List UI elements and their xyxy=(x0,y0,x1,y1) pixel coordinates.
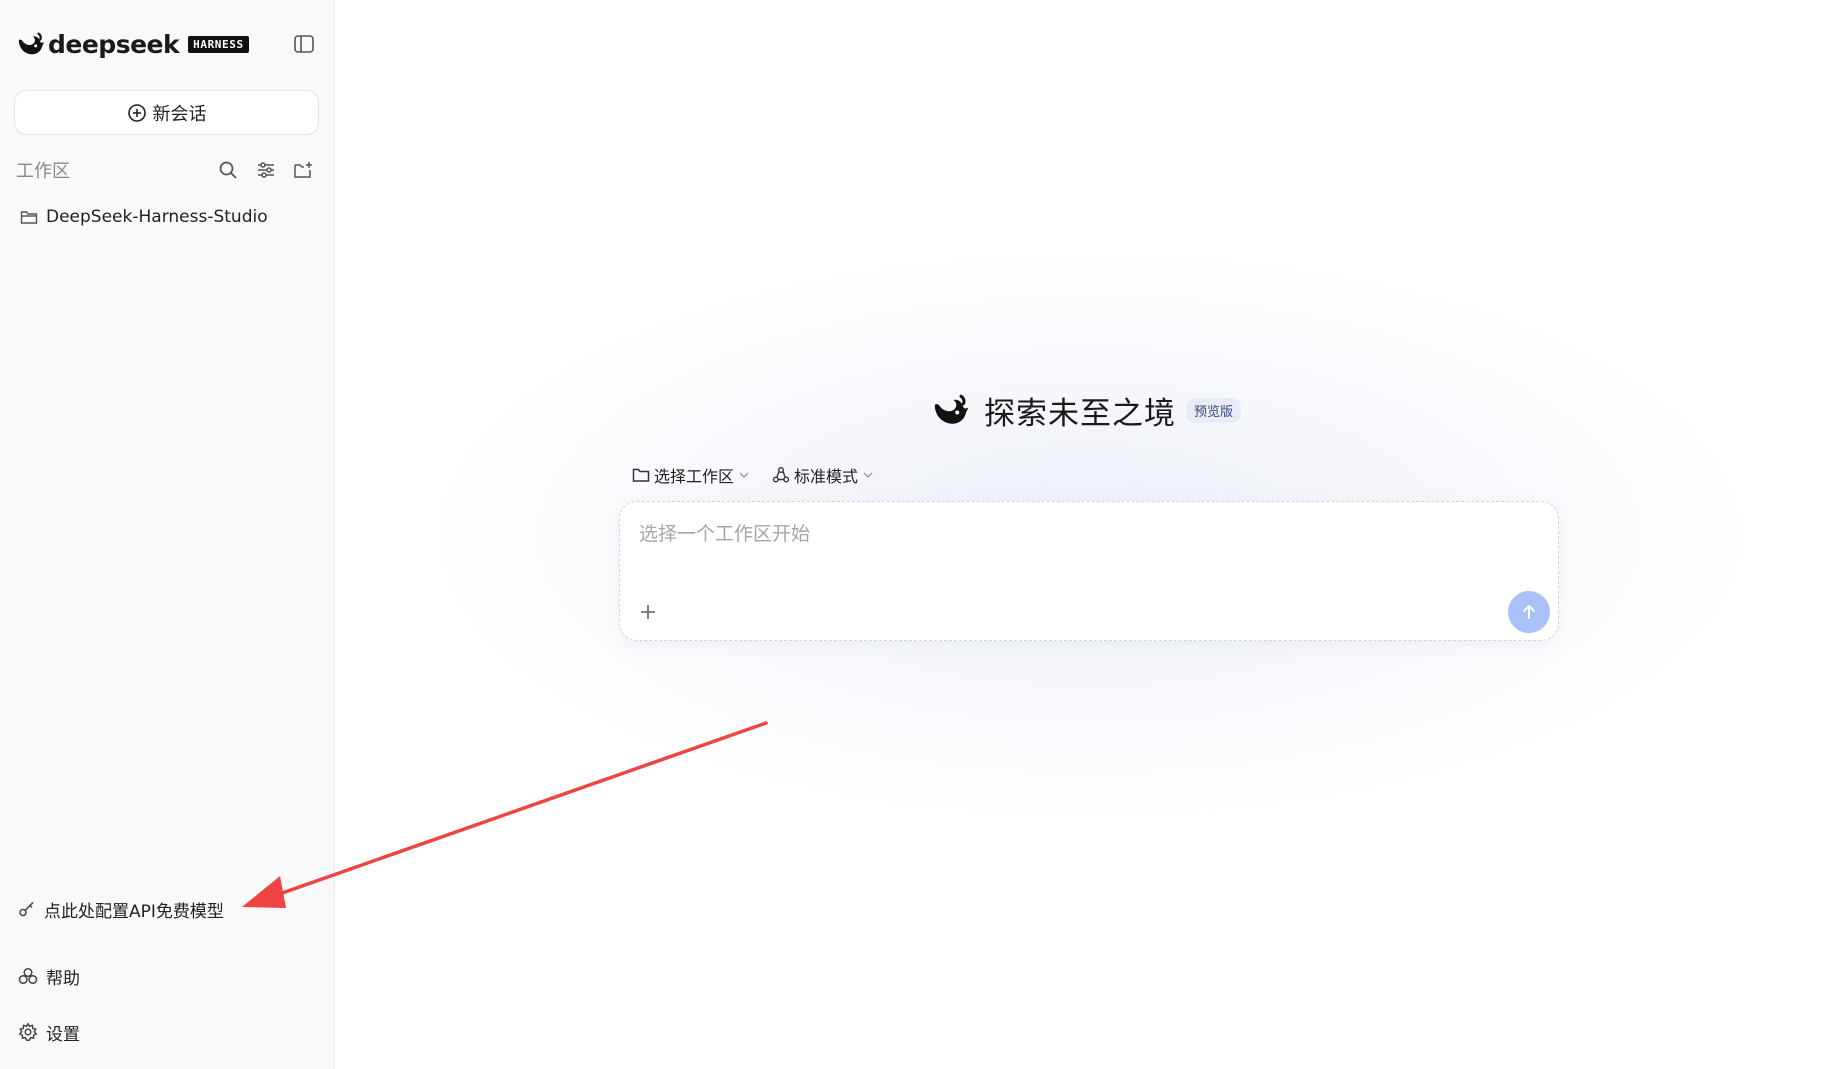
workspace-header: 工作区 xyxy=(16,158,316,182)
help-link[interactable]: 帮助 xyxy=(18,962,80,990)
brand-name: deepseek xyxy=(48,29,180,59)
workspace-filter-button[interactable] xyxy=(254,158,278,182)
workspace-search-button[interactable] xyxy=(216,158,240,182)
configure-api-link[interactable]: 点此处配置API免费模型 xyxy=(18,895,224,923)
whale-logo-icon xyxy=(18,32,45,55)
settings-label: 设置 xyxy=(46,1024,80,1045)
chevron-down-icon xyxy=(739,472,749,478)
filter-icon xyxy=(258,162,274,178)
help-label: 帮助 xyxy=(46,968,80,989)
whale-logo-icon xyxy=(934,394,969,424)
chevron-down-icon xyxy=(863,472,873,478)
message-input[interactable] xyxy=(637,516,1521,552)
mode-icon xyxy=(772,467,790,483)
plus-icon xyxy=(641,605,655,619)
composer xyxy=(619,501,1559,641)
select-workspace-label: 选择工作区 xyxy=(654,467,735,486)
workspace-new-folder-button[interactable] xyxy=(292,158,316,182)
workspace-item[interactable]: DeepSeek-Harness-Studio xyxy=(20,204,268,230)
new-chat-button[interactable]: 新会话 xyxy=(14,90,319,135)
mode-label: 标准模式 xyxy=(794,467,859,486)
mode-dropdown[interactable]: 标准模式 xyxy=(772,463,874,487)
hero-title: 探索未至之境 xyxy=(984,395,1176,432)
send-button[interactable] xyxy=(1508,591,1550,633)
search-icon xyxy=(219,161,237,179)
brand-badge: HARNESS xyxy=(188,35,249,53)
arrow-up-icon xyxy=(1523,605,1535,619)
hero-header: 探索未至之境 预览版 xyxy=(930,388,1242,432)
preview-badge: 预览版 xyxy=(1186,397,1242,423)
brand-logo: deepseek HARNESS xyxy=(16,28,249,60)
plus-circle-icon xyxy=(127,103,146,122)
folder-icon xyxy=(632,468,650,482)
workspace-item-label: DeepSeek-Harness-Studio xyxy=(46,207,268,227)
attach-button[interactable] xyxy=(634,598,662,626)
composer-options: 选择工作区 标准模式 xyxy=(632,462,896,488)
key-icon xyxy=(19,901,34,917)
gear-icon xyxy=(18,1022,38,1041)
configure-api-label: 点此处配置API免费模型 xyxy=(44,901,224,922)
sidebar: deepseek HARNESS 新会话 工作区 DeepSeek-Harnes… xyxy=(0,0,335,1069)
folder-icon xyxy=(20,211,38,224)
select-workspace-dropdown[interactable]: 选择工作区 xyxy=(632,463,750,487)
workspace-title: 工作区 xyxy=(16,161,70,182)
new-chat-label: 新会话 xyxy=(152,103,207,125)
help-icon xyxy=(18,967,38,985)
settings-link[interactable]: 设置 xyxy=(18,1018,80,1046)
sidebar-toggle-button[interactable] xyxy=(292,32,316,56)
sidebar-toggle-icon xyxy=(294,35,314,53)
new-folder-icon xyxy=(294,162,312,178)
